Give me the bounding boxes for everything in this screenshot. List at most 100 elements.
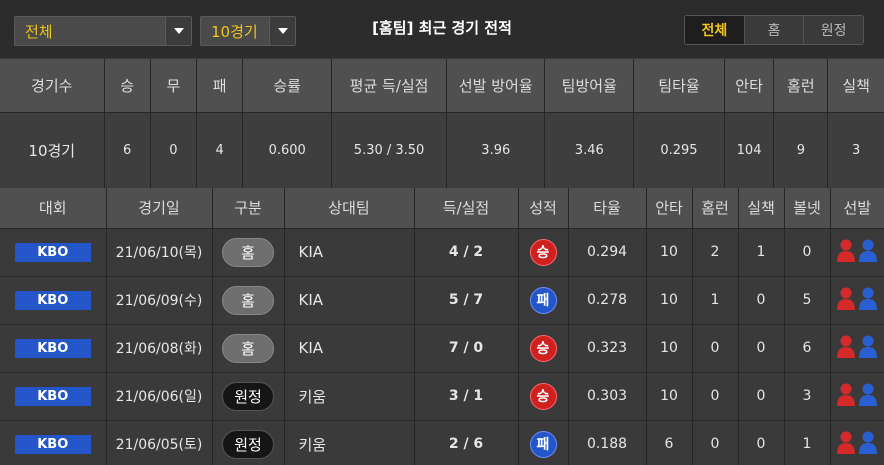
- batting-avg-cell: 0.188: [567, 420, 646, 465]
- walks-cell: 5: [783, 276, 830, 325]
- chevron-down-icon: [269, 17, 295, 45]
- opponent-cell: KIA: [283, 324, 414, 373]
- games-header-cell: 실책: [737, 188, 784, 229]
- games-header-cell: 성적: [517, 188, 568, 229]
- segment-home[interactable]: 홈: [743, 16, 804, 44]
- summary-value-cell: 6: [103, 112, 151, 188]
- result-cell: 승: [517, 324, 568, 373]
- errors-cell: 1: [737, 228, 784, 277]
- opponent-cell: 키움: [283, 372, 414, 421]
- league-badge[interactable]: KBO: [14, 242, 91, 262]
- red-person-icon[interactable]: [836, 238, 856, 262]
- batting-avg-cell: 0.303: [567, 372, 646, 421]
- league-cell: KBO: [0, 276, 106, 325]
- result-badge: 승: [529, 382, 557, 410]
- date-cell: 21/06/08(화): [105, 324, 212, 373]
- game-row[interactable]: KBO 21/06/06(일) 원정 키움 3 / 1 승 0.303 10 0…: [0, 372, 884, 421]
- games-header-cell: 홈런: [691, 188, 738, 229]
- venue-cell: 홈: [211, 276, 284, 325]
- starting-pitchers[interactable]: [836, 382, 878, 406]
- venue-cell: 홈: [211, 324, 284, 373]
- summary-value-cell: 3.96: [446, 112, 545, 188]
- games-header-cell: 타율: [567, 188, 646, 229]
- starting-pitchers[interactable]: [836, 286, 878, 310]
- league-cell: KBO: [0, 372, 106, 421]
- batting-avg-cell: 0.278: [567, 276, 646, 325]
- summary-header-cell: 패: [196, 59, 243, 113]
- opponent-cell: KIA: [283, 276, 414, 325]
- summary-header-cell: 선발 방어율: [446, 59, 545, 113]
- score-cell: 5 / 7: [413, 276, 518, 325]
- venue-badge: 홈: [222, 285, 274, 315]
- summary-header-cell: 팀타율: [633, 59, 725, 113]
- starting-pitchers[interactable]: [836, 238, 878, 262]
- hits-cell: 6: [645, 420, 692, 465]
- home-runs-cell: 2: [691, 228, 738, 277]
- game-row[interactable]: KBO 21/06/05(토) 원정 키움 2 / 6 패 0.188 6 0 …: [0, 420, 884, 465]
- venue-cell: 원정: [211, 420, 284, 465]
- summary-value-cell: 3: [827, 112, 884, 188]
- blue-person-icon[interactable]: [858, 382, 878, 406]
- games-count-select-value: 10경기: [211, 22, 258, 41]
- starting-pitchers-cell: [829, 276, 884, 325]
- segment-all[interactable]: 전체: [685, 16, 744, 44]
- summary-value-cell: 5.30 / 3.50: [331, 112, 447, 188]
- games-header-cell: 구분: [211, 188, 284, 229]
- starting-pitchers-cell: [829, 372, 884, 421]
- blue-person-icon[interactable]: [858, 238, 878, 262]
- errors-cell: 0: [737, 276, 784, 325]
- game-row[interactable]: KBO 21/06/08(화) 홈 KIA 7 / 0 승 0.323 10 0…: [0, 324, 884, 373]
- home-runs-cell: 0: [691, 372, 738, 421]
- red-person-icon[interactable]: [836, 430, 856, 454]
- summary-header-row: 경기수 승 무 패 승률 평균 득/실점 선발 방어율 팀방어율 팀타율 안타 …: [0, 59, 884, 113]
- summary-header-cell: 실책: [827, 59, 884, 113]
- summary-value-cell: 0.600: [242, 112, 332, 188]
- games-count-select[interactable]: 10경기: [200, 16, 296, 46]
- result-cell: 승: [517, 372, 568, 421]
- walks-cell: 6: [783, 324, 830, 373]
- venue-cell: 홈: [211, 228, 284, 277]
- home-runs-cell: 0: [691, 420, 738, 465]
- summary-value-cell: 4: [196, 112, 243, 188]
- home-runs-cell: 0: [691, 324, 738, 373]
- date-cell: 21/06/10(목): [105, 228, 212, 277]
- venue-badge: 원정: [222, 381, 274, 411]
- hits-cell: 10: [645, 324, 692, 373]
- starting-pitchers[interactable]: [836, 334, 878, 358]
- opponent-cell: KIA: [283, 228, 414, 277]
- games-header-cell: 경기일: [105, 188, 212, 229]
- segment-away[interactable]: 원정: [803, 16, 863, 44]
- top-bar: 전체 10경기 [홈팀] 최근 경기 전적 전체 홈 원정: [0, 0, 884, 59]
- league-badge[interactable]: KBO: [14, 290, 91, 310]
- league-badge[interactable]: KBO: [14, 338, 91, 358]
- blue-person-icon[interactable]: [858, 334, 878, 358]
- summary-header-cell: 승률: [242, 59, 332, 113]
- red-person-icon[interactable]: [836, 334, 856, 358]
- summary-value-cell: 3.46: [544, 112, 634, 188]
- summary-value-cell: 10경기: [0, 112, 105, 188]
- starting-pitchers[interactable]: [836, 430, 878, 454]
- blue-person-icon[interactable]: [858, 286, 878, 310]
- red-person-icon[interactable]: [836, 382, 856, 406]
- games-header-cell: 선발: [829, 188, 884, 229]
- summary-header-cell: 평균 득/실점: [331, 59, 447, 113]
- games-header-cell: 득/실점: [413, 188, 518, 229]
- blue-person-icon[interactable]: [858, 430, 878, 454]
- chevron-down-icon: [165, 17, 191, 45]
- home-runs-cell: 1: [691, 276, 738, 325]
- summary-value-cell: 104: [723, 112, 774, 188]
- venue-cell: 원정: [211, 372, 284, 421]
- game-row[interactable]: KBO 21/06/10(목) 홈 KIA 4 / 2 승 0.294 10 2…: [0, 228, 884, 277]
- league-badge[interactable]: KBO: [14, 386, 91, 406]
- date-cell: 21/06/09(수): [105, 276, 212, 325]
- starting-pitchers-cell: [829, 420, 884, 465]
- game-row[interactable]: KBO 21/06/09(수) 홈 KIA 5 / 7 패 0.278 10 1…: [0, 276, 884, 325]
- red-person-icon[interactable]: [836, 286, 856, 310]
- league-cell: KBO: [0, 420, 106, 465]
- filter-select[interactable]: 전체: [14, 16, 192, 46]
- walks-cell: 3: [783, 372, 830, 421]
- league-badge[interactable]: KBO: [14, 434, 91, 454]
- errors-cell: 0: [737, 420, 784, 465]
- league-cell: KBO: [0, 324, 106, 373]
- errors-cell: 0: [737, 324, 784, 373]
